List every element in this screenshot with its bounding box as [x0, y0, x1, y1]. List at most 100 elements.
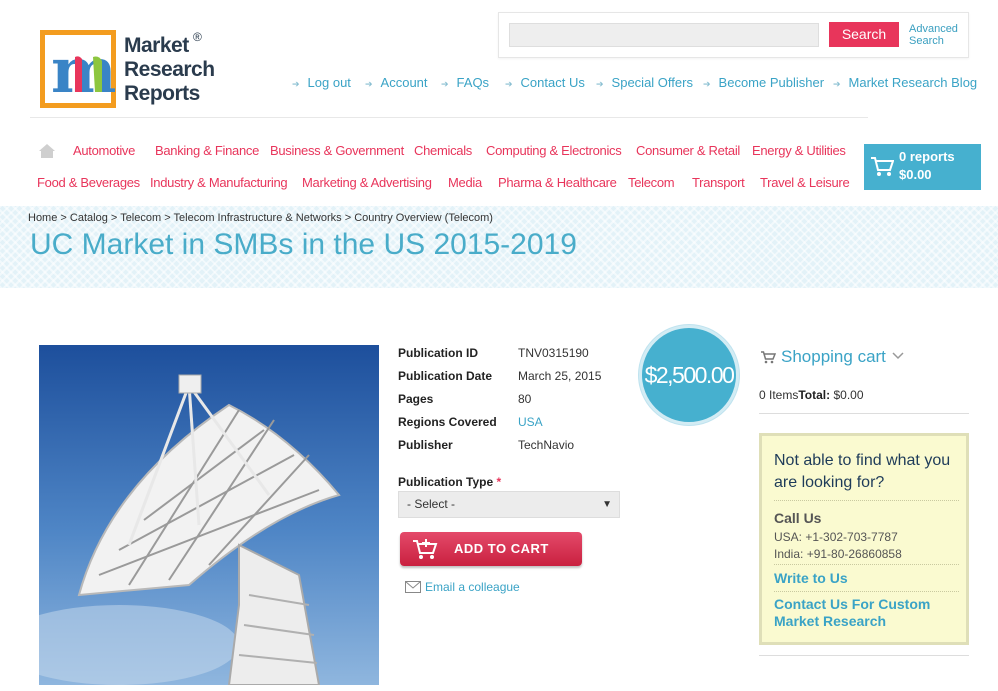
- top-link-label: FAQs: [456, 75, 490, 90]
- publication-type-text: Publication Type: [398, 475, 494, 489]
- info-value: March 25, 2015: [518, 369, 602, 383]
- top-link-label: Become Publisher: [718, 75, 825, 90]
- info-value: TNV0315190: [518, 346, 589, 360]
- select-value: - Select -: [407, 497, 456, 511]
- custom-research-link[interactable]: Contact Us For Custom Market Research: [774, 596, 959, 630]
- breadcrumb: Home > Catalog > Telecom > Telecom Infra…: [28, 212, 493, 224]
- category-energy-utilities[interactable]: Energy & Utilities: [752, 143, 846, 158]
- logo-wordmark: Market Research Reports: [124, 34, 215, 106]
- breadcrumb-catalog[interactable]: Catalog: [70, 212, 108, 224]
- publication-type-label: Publication Type *: [398, 475, 501, 489]
- call-us-heading: Call Us: [774, 510, 822, 526]
- category-computing-electronics[interactable]: Computing & Electronics: [486, 143, 622, 158]
- category-marketing-advertising[interactable]: Marketing & Advertising: [302, 175, 432, 190]
- phone-india: India: +91-80-26860858: [774, 547, 902, 561]
- category-media[interactable]: Media: [448, 175, 482, 190]
- category-travel-leisure[interactable]: Travel & Leisure: [760, 175, 850, 190]
- info-label: Regions Covered: [398, 415, 497, 429]
- cart-total: $0.00: [899, 167, 932, 182]
- top-link-label: Account: [380, 75, 428, 90]
- help-separator: [774, 591, 959, 592]
- logo-monogram-box: m: [40, 30, 118, 108]
- bullet-icon: ➔: [703, 79, 711, 89]
- bullet-icon: ➔: [596, 79, 604, 89]
- sidebar-divider-bottom: [759, 655, 969, 656]
- top-link-logout[interactable]: ➔ Log out: [292, 75, 351, 90]
- search-panel: Search Advanced Search: [498, 12, 969, 58]
- cart-total-value: $0.00: [833, 388, 864, 402]
- cart-items-count: 0 Items: [759, 388, 799, 402]
- top-link-account[interactable]: ➔ Account: [365, 75, 428, 90]
- top-link-become-publisher[interactable]: ➔ Become Publisher: [703, 75, 824, 90]
- bullet-icon: ➔: [292, 79, 300, 89]
- top-link-label: Contact Us: [520, 75, 585, 90]
- satellite-dish-icon: [39, 345, 379, 685]
- logo-registered-mark: ®: [193, 30, 202, 44]
- envelope-icon: [405, 581, 421, 593]
- info-label: Publication Date: [398, 369, 493, 383]
- bullet-icon: ➔: [441, 79, 449, 89]
- search-button[interactable]: Search: [829, 22, 899, 47]
- help-title: Not able to find what you are looking fo…: [774, 452, 951, 491]
- breadcrumb-infrastructure[interactable]: Telecom Infrastructure & Networks: [174, 212, 342, 224]
- info-value: 80: [518, 392, 532, 406]
- product-image: [39, 345, 379, 685]
- sidebar-divider: [759, 413, 969, 414]
- breadcrumb-country-overview[interactable]: Country Overview (Telecom): [354, 212, 493, 224]
- bullet-icon: ➔: [505, 79, 513, 89]
- top-link-label: Market Research Blog: [848, 75, 978, 90]
- top-link-blog[interactable]: ➔ Market Research Blog: [833, 75, 977, 90]
- category-industry-manufacturing[interactable]: Industry & Manufacturing: [150, 175, 288, 190]
- breadcrumb-home[interactable]: Home: [28, 212, 57, 224]
- top-link-special-offers[interactable]: ➔ Special Offers: [596, 75, 693, 90]
- category-pharma-healthcare[interactable]: Pharma & Healthcare: [498, 175, 617, 190]
- write-to-us-link[interactable]: Write to Us: [774, 570, 848, 587]
- help-box: Not able to find what you are looking fo…: [759, 433, 969, 645]
- header-cart-button[interactable]: 0 reports $0.00: [864, 144, 981, 190]
- category-consumer-retail[interactable]: Consumer & Retail: [636, 143, 740, 158]
- info-label: Pages: [398, 392, 434, 406]
- category-banking-finance[interactable]: Banking & Finance: [155, 143, 259, 158]
- advanced-search-line-1: Advanced: [909, 23, 958, 35]
- logo-line-3: Reports: [124, 82, 200, 105]
- shopping-cart-title: Shopping cart: [781, 347, 886, 366]
- search-input[interactable]: [509, 23, 819, 47]
- category-telecom[interactable]: Telecom: [628, 175, 675, 190]
- region-link[interactable]: USA: [518, 415, 543, 429]
- logo-m-icon: m: [51, 34, 118, 107]
- info-label: Publication ID: [398, 346, 479, 360]
- add-to-cart-button[interactable]: ADD TO CART: [400, 532, 582, 566]
- required-marker: *: [496, 475, 502, 489]
- category-transport[interactable]: Transport: [692, 175, 745, 190]
- chevron-down-icon: [892, 352, 904, 360]
- home-icon[interactable]: [38, 143, 56, 159]
- cart-total-label: Total:: [798, 388, 831, 402]
- page-title: UC Market in SMBs in the US 2015-2019: [30, 228, 577, 261]
- category-automotive[interactable]: Automotive: [73, 143, 135, 158]
- breadcrumb-telecom[interactable]: Telecom: [120, 212, 161, 224]
- logo-line-2: Research: [124, 58, 215, 81]
- category-business-government[interactable]: Business & Government: [270, 143, 404, 158]
- info-value: TechNavio: [518, 438, 575, 452]
- help-separator: [774, 500, 959, 501]
- advanced-search-line-2: Search: [909, 35, 944, 47]
- site-logo[interactable]: m Market Research Reports ®: [40, 30, 220, 110]
- advanced-search-link[interactable]: Advanced Search: [909, 23, 958, 47]
- category-food-beverages[interactable]: Food & Beverages: [37, 175, 140, 190]
- top-link-label: Log out: [307, 75, 351, 90]
- breadcrumb-separator: >: [110, 212, 118, 224]
- category-chemicals[interactable]: Chemicals: [414, 143, 472, 158]
- top-link-label: Special Offers: [611, 75, 693, 90]
- top-link-contact[interactable]: ➔ Contact Us: [505, 75, 585, 90]
- help-separator: [774, 564, 959, 565]
- add-to-cart-label: ADD TO CART: [454, 541, 549, 556]
- publication-type-select[interactable]: - Select - ▼: [398, 491, 620, 518]
- cart-plus-icon: [413, 539, 438, 559]
- small-cart-icon: [761, 351, 776, 364]
- email-colleague-label: Email a colleague: [425, 580, 520, 594]
- phone-usa: USA: +1-302-703-7787: [774, 530, 898, 544]
- top-link-faqs[interactable]: ➔ FAQs: [441, 75, 489, 90]
- breadcrumb-separator: >: [164, 212, 171, 224]
- info-label: Publisher: [398, 438, 453, 452]
- cart-icon: [871, 157, 894, 176]
